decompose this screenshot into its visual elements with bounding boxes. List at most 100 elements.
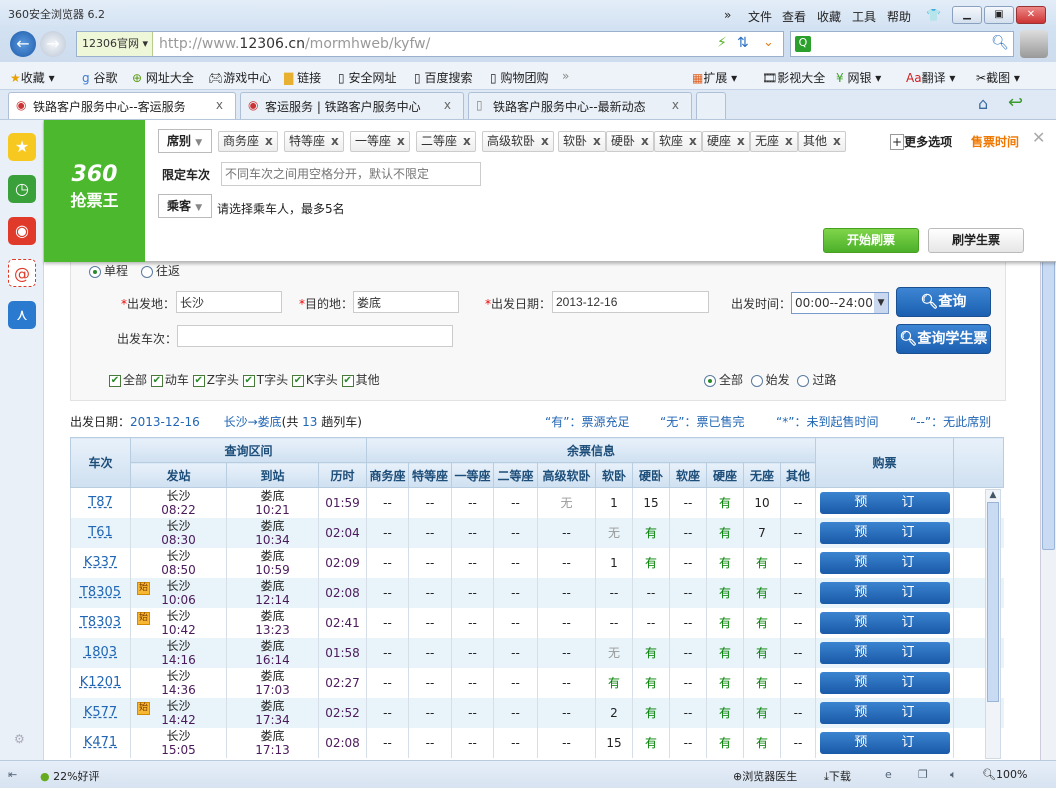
remove-chip-icon[interactable]: x [785,134,793,148]
remove-chip-icon[interactable]: x [689,134,697,148]
tab-news[interactable]: ▯ 铁路客户服务中心--最新动态 x [468,92,692,119]
seat-chip[interactable]: 商务座 x [218,131,278,152]
dropdown-chevron-icon[interactable]: ⌄ [763,35,774,50]
seat-chip[interactable]: 特等座 x [284,131,344,152]
weibo-icon[interactable]: ◉ [8,217,36,245]
remove-chip-icon[interactable]: x [331,134,339,148]
menu-tools[interactable]: 工具 [852,8,876,25]
filter-k[interactable]: ✔ K字头 [291,373,338,387]
filter-emu[interactable]: ✔ 动车 [150,373,189,387]
new-tab-button[interactable] [696,92,726,119]
start-grab-button[interactable]: 开始刷票 [823,228,919,253]
bookmark-google[interactable]: g 谷歌 [82,69,117,86]
tool-screenshot[interactable]: ✂截图 ▾ [976,69,1020,86]
remove-chip-icon[interactable]: x [265,134,273,148]
table-scrollbar-thumb[interactable] [987,502,999,702]
tool-translate[interactable]: Aa翻译 ▾ [906,69,955,86]
sidebar-toggle-icon[interactable]: ⇤ [8,768,17,781]
book-button[interactable]: 预 订 [819,551,950,574]
train-number-link[interactable]: T8303 [80,615,121,630]
remove-chip-icon[interactable]: x [593,134,601,148]
train-number-link[interactable]: T8305 [80,585,121,600]
close-tab-icon[interactable]: x [216,98,223,112]
tab-passenger-service[interactable]: ◉ 铁路客户服务中心--客运服务 x [8,92,236,119]
bookmark-hao360[interactable]: ⊕ 网址大全 [132,69,194,86]
book-button[interactable]: 预 订 [819,731,950,754]
seat-chip[interactable]: 无座 x [750,131,798,152]
seat-chip[interactable]: 高级软卧 x [482,131,554,152]
scroll-up-icon[interactable]: ▲ [986,490,1000,500]
bookmarks-overflow[interactable]: » [562,69,569,83]
favorites-star-icon[interactable]: ★ [8,133,36,161]
from-input[interactable] [176,291,282,313]
site-badge[interactable]: 12306官网 ▾ [77,32,153,56]
seat-chip[interactable]: 硬卧 x [606,131,654,152]
address-bar[interactable]: 12306官网 ▾ http://www.12306.cn/mormhweb/k… [76,31,784,57]
close-window-button[interactable]: ✕ [1016,6,1046,24]
date-input[interactable] [552,291,709,313]
book-button[interactable]: 预 订 [819,491,950,514]
filter-z[interactable]: ✔ Z字头 [192,373,239,387]
scrollbar-thumb[interactable] [1042,260,1055,550]
remove-chip-icon[interactable]: x [641,134,649,148]
radio-origin-start[interactable]: 始发 [750,373,790,387]
radio-oneway[interactable]: 单程 [89,262,128,279]
book-button[interactable]: 预 订 [819,521,950,544]
seat-class-dropdown[interactable]: 席别 ▼ [158,129,212,153]
ie-mode-icon[interactable]: e [885,768,892,781]
book-button[interactable]: 预 订 [819,701,950,724]
train-number-link[interactable]: K337 [84,555,117,570]
tool-extensions[interactable]: ▦扩展 ▾ [692,69,737,86]
train-number-link[interactable]: T87 [88,495,112,510]
close-panel-icon[interactable]: ✕ [1032,128,1045,147]
close-tab-icon[interactable]: x [672,98,679,112]
remove-chip-icon[interactable]: x [833,134,841,148]
query-button[interactable]: 🔍︎查询 [896,287,991,317]
train-limit-input[interactable] [221,162,481,186]
more-options-button[interactable]: + 更多选项 [890,133,952,150]
seat-chip[interactable]: 其他 x [798,131,846,152]
search-engine-icon[interactable]: Q [795,36,811,52]
remove-chip-icon[interactable]: x [541,134,549,148]
train-number-link[interactable]: K471 [84,735,117,750]
forward-button[interactable]: → [40,31,66,57]
menu-help[interactable]: 帮助 [887,8,911,25]
tool-video[interactable]: 🎞︎影视大全 [762,69,825,86]
remove-chip-icon[interactable]: x [463,134,471,148]
grab-student-button[interactable]: 刷学生票 [928,228,1024,253]
menu-favorites[interactable]: 收藏 [817,8,841,25]
book-button[interactable]: 预 订 [819,611,950,634]
clock-icon[interactable]: ◷ [8,175,36,203]
query-student-button[interactable]: 🔍︎查询学生票 [896,324,991,354]
bookmark-shopping[interactable]: ▯ 购物团购 [490,69,548,86]
mail-icon[interactable]: @ [8,259,36,287]
book-button[interactable]: 预 订 [819,671,950,694]
user-avatar[interactable] [1020,30,1048,58]
home-icon[interactable]: ⌂ [978,94,988,113]
close-tab-icon[interactable]: x [444,98,451,112]
train-number-link[interactable]: K1201 [80,675,122,690]
seat-chip[interactable]: 软卧 x [558,131,606,152]
windows-icon[interactable]: ❐ [918,768,928,781]
browser-doctor[interactable]: ⊕浏览器医生 [733,768,797,784]
remove-chip-icon[interactable]: x [397,134,405,148]
bookmark-games[interactable]: 🎮︎游戏中心 [208,69,271,86]
url-text[interactable]: http://www.12306.cn/mormhweb/kyfw/ [159,36,430,52]
rating[interactable]: ● 22%好评 [40,768,100,784]
search-box[interactable]: Q 🔍︎ [790,31,1014,57]
app-icon[interactable]: ⋏ [8,301,36,329]
sale-time-link[interactable]: 售票时间 [971,133,1019,150]
tool-bank[interactable]: ¥ 网银 ▾ [836,69,881,86]
search-icon[interactable]: 🔍︎ [991,35,1009,51]
back-button[interactable]: ← [10,31,36,57]
bookmark-favorites[interactable]: ★收藏 ▾ [10,69,55,86]
undo-close-icon[interactable]: ↩ [1008,92,1023,113]
speed-icon[interactable]: ⚡ [717,35,727,51]
to-input[interactable] [353,291,459,313]
time-select[interactable]: 00:00--24:00 ▼ [791,292,889,314]
zoom-level[interactable]: 🔍︎100% [982,768,1027,781]
compat-mode-icon[interactable]: ⇅ [737,35,749,51]
remove-chip-icon[interactable]: x [737,134,745,148]
filter-other[interactable]: ✔ 其他 [341,373,380,387]
train-number-link[interactable]: K577 [84,705,117,720]
